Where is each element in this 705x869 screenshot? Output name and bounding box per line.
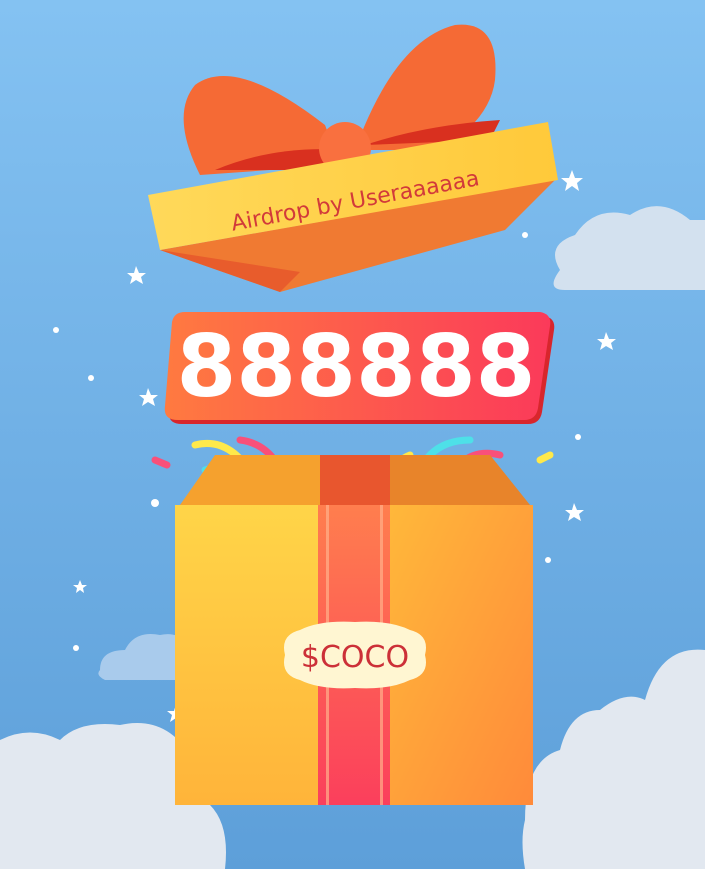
token-label: $COCO <box>284 621 426 689</box>
airdrop-amount: 888888 <box>176 317 535 417</box>
airdrop-gift-card: Airdrop by Useraaaaaa 888888 $COCO <box>0 0 705 869</box>
amount-plate: 888888 <box>164 312 555 424</box>
token-symbol: $COCO <box>301 640 409 675</box>
